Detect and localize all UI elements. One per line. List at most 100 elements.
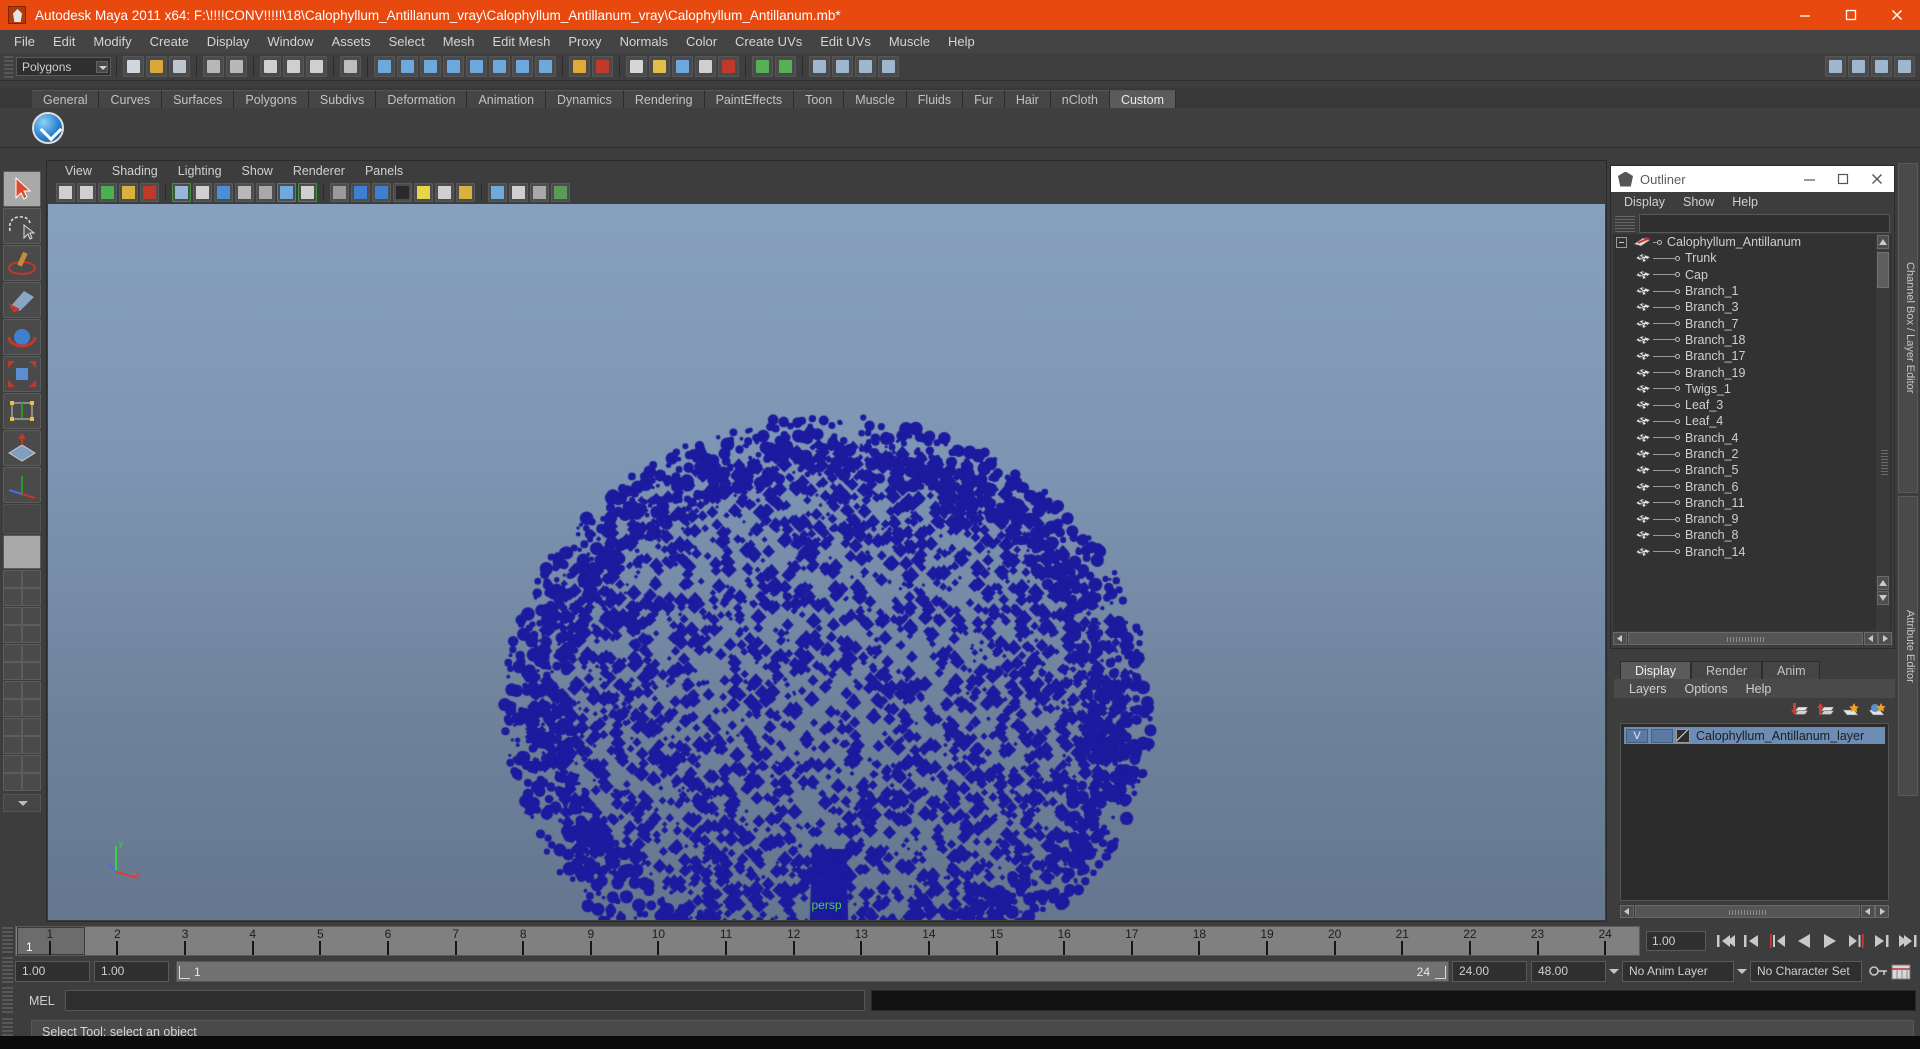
viewport-3d-canvas[interactable]: y x persp <box>48 204 1605 920</box>
menu-item-edit[interactable]: Edit <box>44 32 84 51</box>
menu-item-muscle[interactable]: Muscle <box>880 32 939 51</box>
hscroll-track[interactable] <box>1628 632 1863 645</box>
outliner-node-branch_18[interactable]: Branch_18 <box>1613 332 1892 348</box>
hull-icon[interactable] <box>535 56 556 77</box>
viewport-menu-panels[interactable]: Panels <box>355 164 413 178</box>
go-to-start-button[interactable] <box>1714 930 1736 952</box>
hscroll-left-arrow-icon-2[interactable] <box>1864 632 1878 645</box>
snap-curve-icon[interactable] <box>649 56 670 77</box>
range-right-handle[interactable] <box>1435 965 1446 979</box>
play-backwards-button[interactable] <box>1792 930 1814 952</box>
menu-item-edit-mesh[interactable]: Edit Mesh <box>484 32 560 51</box>
layer-row[interactable]: V Calophyllum_Antillanum_layer <box>1624 727 1885 744</box>
snap-magnet-icon[interactable] <box>718 56 739 77</box>
outliner-node-trunk[interactable]: Trunk <box>1613 250 1892 266</box>
point-icon[interactable] <box>397 56 418 77</box>
outliner-search-input[interactable] <box>1639 213 1890 233</box>
plane-icon[interactable] <box>443 56 464 77</box>
rotate-tool[interactable] <box>3 319 41 355</box>
outliner-node-branch_2[interactable]: Branch_2 <box>1613 446 1892 462</box>
new-scene-icon[interactable] <box>123 56 144 77</box>
outliner-node-cap[interactable]: Cap <box>1613 267 1892 283</box>
outliner-node-branch_9[interactable]: Branch_9 <box>1613 511 1892 527</box>
anim-layer-select[interactable]: No Anim Layer <box>1622 960 1734 982</box>
shelf-tab-fur[interactable]: Fur <box>963 90 1005 108</box>
range-slider-grip[interactable] <box>2 957 13 985</box>
outliner-horizontal-scrollbar[interactable] <box>1613 631 1892 646</box>
key-icon[interactable] <box>1868 961 1890 982</box>
channel-box-toggle-icon[interactable] <box>1825 56 1846 77</box>
render-history-off-icon[interactable] <box>775 56 796 77</box>
outliner-node-branch_5[interactable]: Branch_5 <box>1613 462 1892 478</box>
outliner-minimize-button[interactable] <box>1792 166 1826 192</box>
image-plane-icon[interactable] <box>119 182 138 202</box>
viewport-menu-show[interactable]: Show <box>232 164 283 178</box>
viewport-share-icon[interactable] <box>551 182 570 202</box>
shelf-tab-fluids[interactable]: Fluids <box>906 90 964 108</box>
shadows-icon[interactable] <box>456 182 475 202</box>
snap-view-plane-icon[interactable] <box>695 56 716 77</box>
outliner-node-branch_8[interactable]: Branch_8 <box>1613 527 1892 543</box>
statusline-grip[interactable] <box>4 55 13 78</box>
soft-modification-tool[interactable] <box>3 430 41 466</box>
shelf-tab-polygons[interactable]: Polygons <box>234 90 309 108</box>
smooth-shade-all-icon[interactable] <box>351 182 370 202</box>
menu-item-display[interactable]: Display <box>198 32 259 51</box>
shelf-tab-ncloth[interactable]: nCloth <box>1050 90 1110 108</box>
hypershade-persp-layout[interactable] <box>3 718 41 754</box>
outliner-node-branch_17[interactable]: Branch_17 <box>1613 348 1892 364</box>
select-tool[interactable] <box>3 171 41 207</box>
collapse-toggle-icon[interactable] <box>1616 236 1627 248</box>
menu-item-normals[interactable]: Normals <box>611 32 677 51</box>
render-globals-icon[interactable] <box>878 56 899 77</box>
layer-visibility-toggle[interactable]: V <box>1626 728 1648 743</box>
outliner-node-branch_14[interactable]: Branch_14 <box>1613 544 1892 560</box>
viewport-menu-view[interactable]: View <box>55 164 102 178</box>
single-perspective-layout[interactable] <box>3 535 41 569</box>
shelf-tab-hair[interactable]: Hair <box>1004 90 1051 108</box>
shelf-tab-animation[interactable]: Animation <box>467 90 547 108</box>
go-to-end-button[interactable] <box>1896 930 1918 952</box>
select-hierarchy-icon[interactable] <box>260 56 281 77</box>
step-back-frame-button[interactable] <box>1766 930 1788 952</box>
outliner-resize-grabber[interactable] <box>1881 449 1888 475</box>
scale-tool[interactable] <box>3 356 41 392</box>
snap-grid-icon[interactable] <box>626 56 647 77</box>
wireframe-shading-icon[interactable] <box>330 182 349 202</box>
ipr-render-icon[interactable] <box>855 56 876 77</box>
lock-icon[interactable] <box>569 56 590 77</box>
shelf-tab-rendering[interactable]: Rendering <box>623 90 705 108</box>
layer-hscroll-right-icon[interactable] <box>1875 905 1889 918</box>
menu-item-select[interactable]: Select <box>380 32 434 51</box>
show-text-icon[interactable] <box>298 182 317 202</box>
layer-editor-hscroll[interactable] <box>1620 904 1889 919</box>
selection-mode-dropdown[interactable]: Polygons <box>16 57 111 76</box>
step-back-keyframe-button[interactable] <box>1740 930 1762 952</box>
layer-tab-render[interactable]: Render <box>1691 661 1762 679</box>
outliner-node-branch_6[interactable]: Branch_6 <box>1613 478 1892 494</box>
layer-tab-anim[interactable]: Anim <box>1762 661 1821 679</box>
outliner-maximize-button[interactable] <box>1826 166 1860 192</box>
outliner-close-button[interactable] <box>1860 166 1894 192</box>
outliner-node-twigs_1[interactable]: Twigs_1 <box>1613 381 1892 397</box>
layer-hscroll-left-icon-2[interactable] <box>1861 905 1875 918</box>
select-camera-icon[interactable] <box>56 182 75 202</box>
menu-item-proxy[interactable]: Proxy <box>559 32 610 51</box>
move-layer-down-icon[interactable] <box>1815 701 1835 718</box>
range-end-field[interactable]: 24.00 <box>1452 960 1527 982</box>
menu-item-help[interactable]: Help <box>939 32 984 51</box>
uv-icon[interactable] <box>466 56 487 77</box>
outliner-node-branch_19[interactable]: Branch_19 <box>1613 364 1892 380</box>
outliner-node-branch_4[interactable]: Branch_4 <box>1613 430 1892 446</box>
layer-menu-options[interactable]: Options <box>1676 682 1737 696</box>
exposure-icon[interactable] <box>214 182 233 202</box>
menu-item-assets[interactable]: Assets <box>323 32 380 51</box>
minimize-button[interactable] <box>1782 0 1828 30</box>
menu-item-window[interactable]: Window <box>258 32 322 51</box>
outliner-menu-help[interactable]: Help <box>1723 195 1767 209</box>
new-layer-from-selected-icon[interactable] <box>1867 701 1887 718</box>
render-history-icon[interactable] <box>752 56 773 77</box>
xray-icon[interactable] <box>256 182 275 202</box>
hscroll-right-arrow-icon[interactable] <box>1878 632 1892 645</box>
hscroll-left-arrow-icon[interactable] <box>1613 632 1627 645</box>
